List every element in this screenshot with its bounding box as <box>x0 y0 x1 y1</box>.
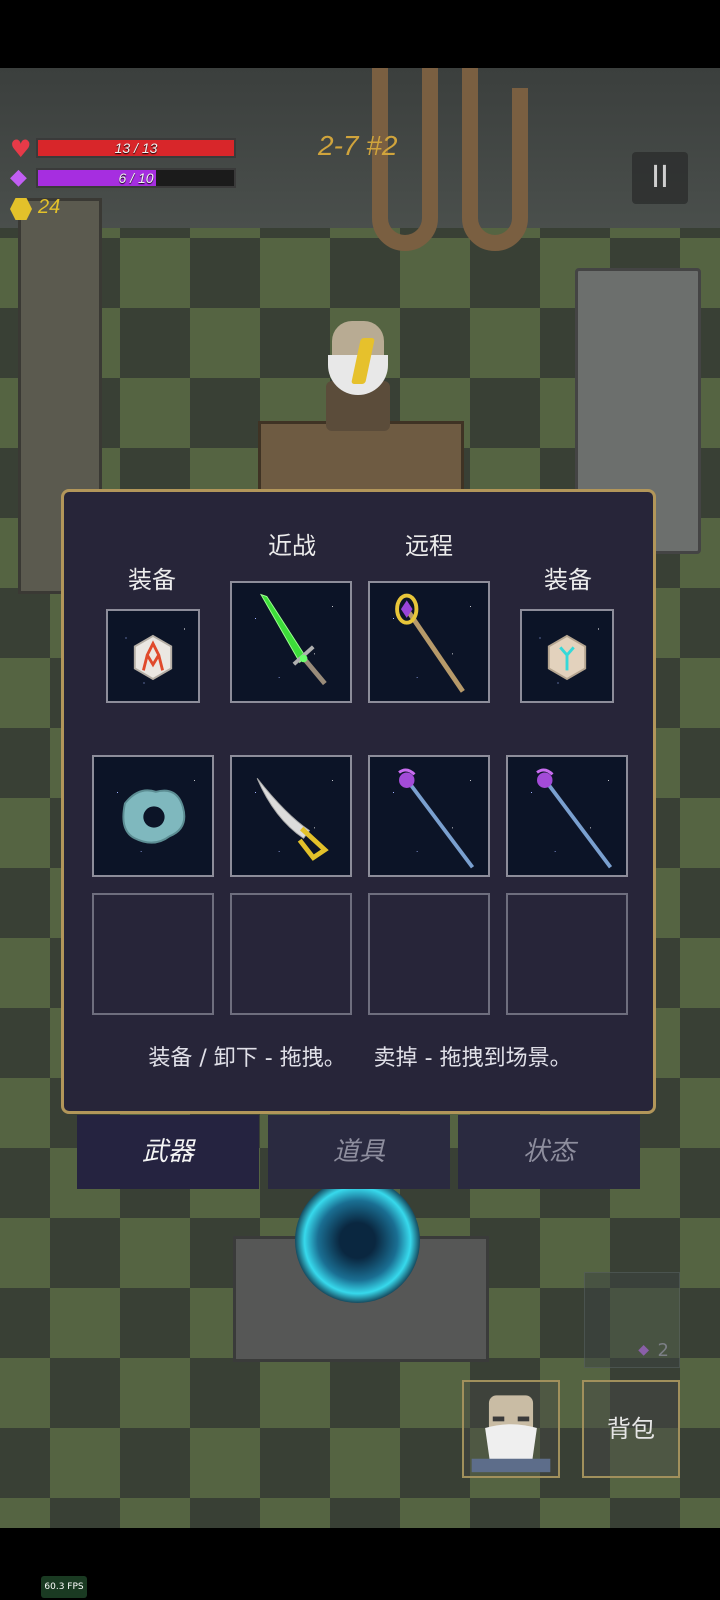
character-portrait-button[interactable] <box>462 1380 560 1478</box>
inventory-slot-empty[interactable] <box>368 893 490 1015</box>
equip-left-label: 装备 <box>128 566 176 594</box>
inventory-slot-empty[interactable] <box>230 893 352 1015</box>
inventory-slot[interactable] <box>368 755 490 877</box>
ranged-label: 远程 <box>405 532 453 560</box>
melee-label: 近战 <box>268 532 316 560</box>
purple-staff-icon <box>536 768 613 869</box>
rune-stone-red-icon <box>133 634 173 681</box>
scimitar-icon <box>256 777 329 861</box>
hp-bar: 13 / 13 <box>36 138 236 158</box>
hp-text: 13 / 13 <box>114 140 158 156</box>
green-sword-icon <box>259 593 327 686</box>
inventory-slot-empty[interactable] <box>506 893 628 1015</box>
heart-icon: ♥ <box>10 135 32 163</box>
mana-bar: 6 / 10 <box>36 168 236 188</box>
melee-slot[interactable] <box>230 581 352 703</box>
pipes <box>372 68 528 251</box>
fps-counter: 60.3 FPS <box>41 1576 87 1598</box>
blue-ring-icon <box>122 789 186 844</box>
coin-count: 24 <box>38 196 61 218</box>
wizard-portrait-icon <box>471 1395 551 1473</box>
statue-slot[interactable]: ◆ 2 <box>584 1272 680 1368</box>
tab-items[interactable]: 道具 <box>268 1115 450 1189</box>
ranged-slot[interactable] <box>368 581 490 703</box>
backpack-button[interactable]: 背包 <box>582 1380 680 1478</box>
portal[interactable] <box>295 1178 420 1303</box>
inventory-slot-empty[interactable] <box>92 893 214 1015</box>
equip-right-label: 装备 <box>544 566 592 594</box>
golden-staff-icon <box>395 593 465 693</box>
equip-slot-left[interactable] <box>106 609 200 703</box>
stage-label: 2-7 #2 <box>318 130 398 161</box>
drag-hint-text: 装备 / 卸下 - 拖拽。 卖掉 - 拖拽到场景。 <box>148 1046 572 1071</box>
statue-count: 2 <box>657 1340 669 1361</box>
rune-stone-cyan-icon <box>547 634 587 681</box>
tab-status[interactable]: 状态 <box>458 1115 640 1189</box>
inventory-slot[interactable] <box>92 755 214 877</box>
mana-text: 6 / 10 <box>118 170 154 186</box>
tab-weapons[interactable]: 武器 <box>77 1115 259 1189</box>
mana-crystal-icon: ◆ <box>10 165 27 190</box>
inventory-slot[interactable] <box>230 755 352 877</box>
equip-slot-right[interactable] <box>520 609 614 703</box>
pause-button[interactable]: II <box>632 152 688 204</box>
inventory-slot[interactable] <box>506 755 628 877</box>
purple-staff-icon <box>398 768 475 869</box>
gem-icon: ◆ <box>638 1342 649 1358</box>
